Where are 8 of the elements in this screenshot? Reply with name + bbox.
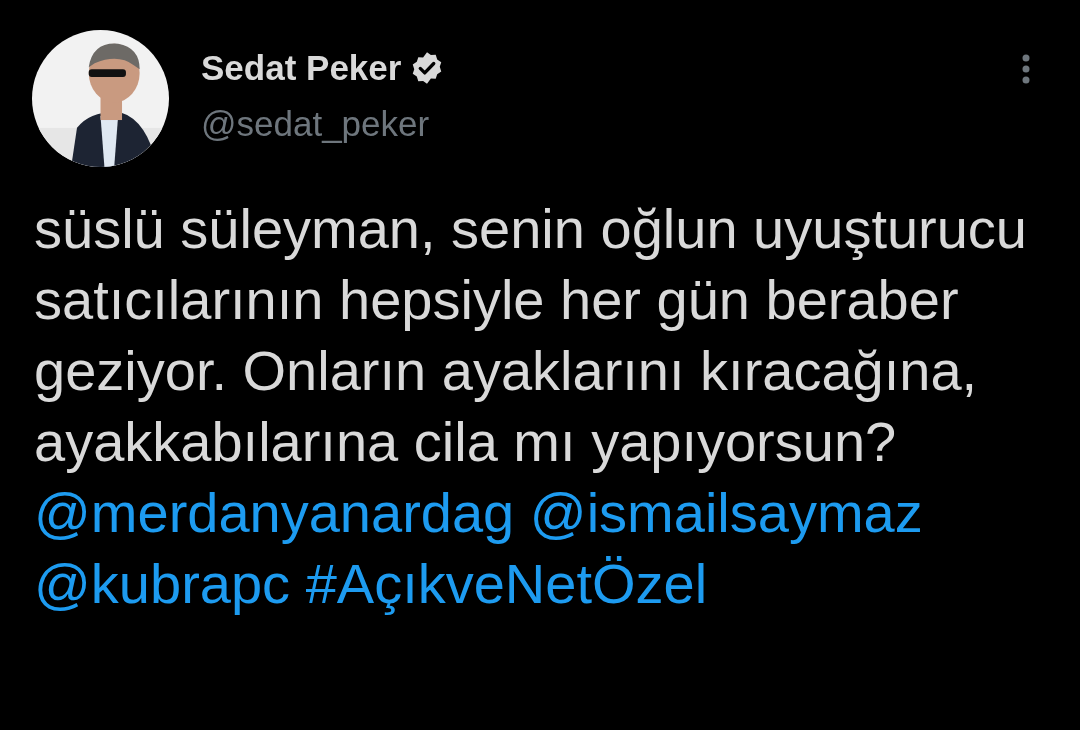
author-name[interactable]: Sedat Peker	[201, 48, 402, 88]
author-handle[interactable]: @sedat_peker	[201, 104, 1022, 144]
mention-link[interactable]: @kubrapc	[34, 552, 291, 615]
mention-link[interactable]: @merdanyanardag	[34, 481, 515, 544]
hashtag-link[interactable]: #AçıkveNetÖzel	[305, 552, 708, 615]
tweet-text: süslü süleyman, senin oğlun uyuşturucu satıcılarının hepsiyle her gün beraber geziyor. Onların ayaklarını kıracağına, ayakkabılarına cila mı yapıyorsun? @merdanyanardag @ismailsaymaz @kubrapc #AçıkveNetÖzel	[34, 196, 1028, 617]
more-options-icon[interactable]	[1022, 54, 1030, 84]
mention-link[interactable]: @ismailsaymaz	[529, 481, 923, 544]
